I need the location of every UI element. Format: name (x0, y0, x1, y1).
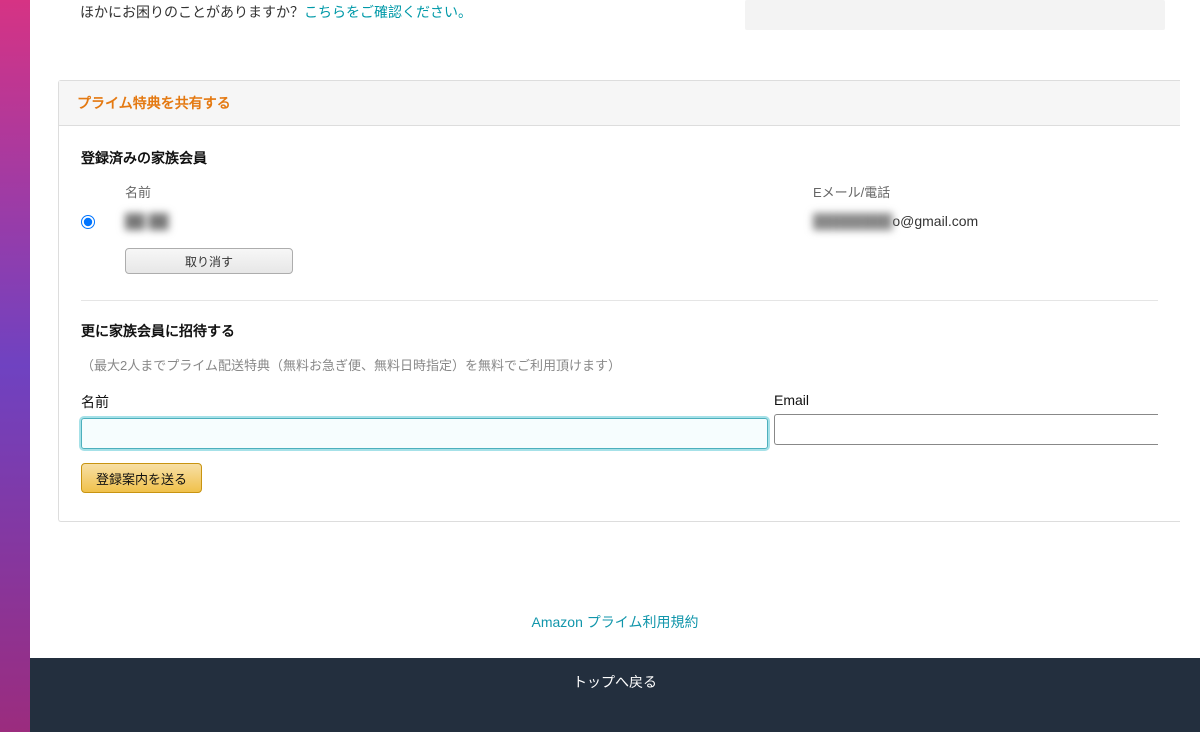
table-row: ██ ██ ████████o@gmail.com (81, 209, 1158, 238)
invite-form: 名前 Email (81, 392, 1158, 449)
name-input[interactable] (81, 418, 768, 449)
email-label: Email (774, 392, 1158, 408)
send-invite-button[interactable]: 登録案内を送る (81, 463, 202, 493)
member-email-cell: ████████o@gmail.com (813, 213, 1158, 229)
member-radio[interactable] (81, 215, 95, 229)
help-prefix: ほかにお困りのことがありますか？ (80, 4, 304, 20)
side-info-box (745, 0, 1165, 30)
name-label: 名前 (81, 392, 774, 412)
email-input[interactable] (774, 414, 1158, 445)
member-name-masked: ██ ██ (125, 213, 169, 229)
help-text: ほかにお困りのことがありますか？こちらをご確認ください。 (80, 0, 472, 22)
member-email-suffix: o@gmail.com (892, 213, 978, 229)
registered-members-table: 名前 Eメール/電話 ██ ██ ████████o@gmail.com 取り消… (81, 182, 1158, 274)
member-email-masked: ████████ (813, 213, 892, 229)
back-to-top-link[interactable]: トップへ戻る (573, 674, 657, 690)
share-prime-card: プライム特典を共有する 登録済みの家族会員 名前 Eメール/電話 ██ ██ (58, 80, 1180, 522)
terms-link[interactable]: Amazon プライム利用規約 (532, 614, 699, 630)
invite-heading: 更に家族会員に招待する (81, 321, 1158, 341)
footer-bar: トップへ戻る (30, 658, 1200, 732)
column-header-name: 名前 (125, 182, 813, 201)
help-link[interactable]: こちらをご確認ください。 (304, 4, 472, 20)
cancel-button[interactable]: 取り消す (125, 248, 293, 274)
column-header-email: Eメール/電話 (813, 182, 1158, 201)
member-name-cell: ██ ██ (125, 213, 813, 229)
card-header: プライム特典を共有する (59, 81, 1180, 126)
invite-subtext: （最大2人までプライム配送特典（無料お急ぎ便、無料日時指定）を無料でご利用頂けま… (81, 355, 1158, 374)
divider (81, 300, 1158, 301)
card-title: プライム特典を共有する (77, 95, 231, 111)
registered-heading: 登録済みの家族会員 (81, 148, 1158, 168)
